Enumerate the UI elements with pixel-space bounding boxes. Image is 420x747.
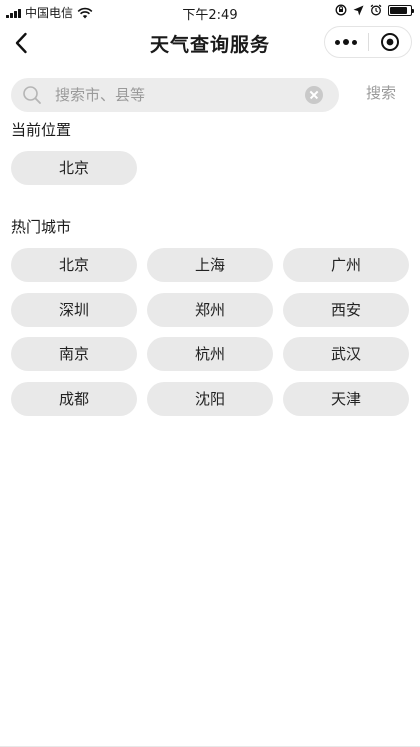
nav-bar: 天气查询服务 <box>0 22 420 64</box>
alarm-icon <box>370 4 382 16</box>
lock-rotation-icon <box>335 4 347 16</box>
city-chip[interactable]: 天津 <box>283 382 409 416</box>
search-icon <box>23 86 41 104</box>
status-right <box>335 4 414 16</box>
status-bar: 中国电信 下午2:49 <box>0 0 420 23</box>
target-circle-icon <box>380 33 399 51</box>
search-row: 搜索 <box>11 78 409 112</box>
hot-cities-title: 热门城市 <box>11 218 72 236</box>
more-button[interactable] <box>325 27 368 57</box>
city-chip[interactable]: 郑州 <box>147 293 273 327</box>
current-location-title: 当前位置 <box>11 121 72 139</box>
city-chip[interactable]: 北京 <box>11 248 137 282</box>
city-chip[interactable]: 南京 <box>11 337 137 371</box>
location-arrow-icon <box>353 5 364 15</box>
clear-icon[interactable] <box>305 86 323 104</box>
more-dots-icon <box>335 39 358 45</box>
city-chip[interactable]: 上海 <box>147 248 273 282</box>
search-button[interactable]: 搜索 <box>353 78 409 112</box>
city-chip[interactable]: 广州 <box>283 248 409 282</box>
city-chip[interactable]: 深圳 <box>11 293 137 327</box>
city-chip[interactable]: 杭州 <box>147 337 273 371</box>
search-input[interactable] <box>55 78 305 112</box>
current-location-chip[interactable]: 北京 <box>11 151 137 185</box>
search-box <box>11 78 339 112</box>
battery-icon <box>388 4 414 16</box>
close-mini-program-button[interactable] <box>369 27 412 57</box>
battery-level <box>390 6 407 14</box>
mini-program-capsule <box>324 26 412 58</box>
city-chip[interactable]: 武汉 <box>283 337 409 371</box>
city-chip[interactable]: 成都 <box>11 382 137 416</box>
city-chip[interactable]: 西安 <box>283 293 409 327</box>
city-chip[interactable]: 沈阳 <box>147 382 273 416</box>
